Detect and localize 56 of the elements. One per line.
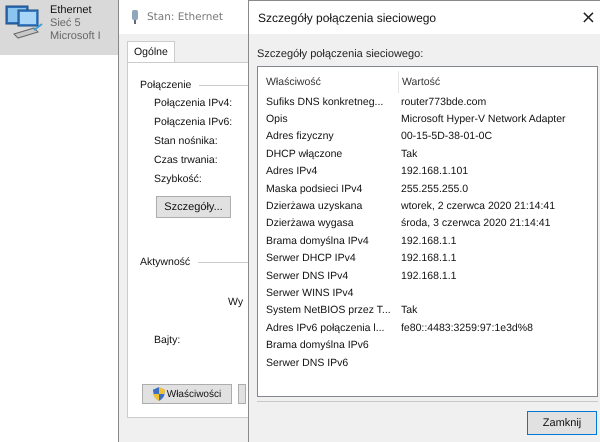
table-cell: System NetBIOS przez T... xyxy=(266,304,391,316)
table-cell: 192.168.1.1 xyxy=(401,234,456,247)
table-cell: Adres fizyczny xyxy=(266,130,334,142)
group-heading: Połączenie xyxy=(140,79,192,91)
list-caption: Szczegóły połączenia sieciowego: xyxy=(257,48,424,60)
table-cell: Tak xyxy=(401,304,418,316)
table-cell: Dzierżawa uzyskana xyxy=(266,200,362,212)
table-cell: Adres IPv6 połączenia l... xyxy=(266,322,384,334)
column-heading: Wy xyxy=(228,296,244,308)
table-cell: środa, 3 czerwca 2020 21:14:41 xyxy=(401,217,550,230)
window-title: Stan: Ethernet xyxy=(147,11,223,23)
table-cell: router773bde.com xyxy=(401,96,486,108)
table-cell: Tak xyxy=(401,148,418,160)
table-cell: Maska podsieci IPv4 xyxy=(266,182,362,195)
table-cell: fe80::4483:3259:97:1e3d%8 xyxy=(401,322,533,334)
table-cell: 192.168.1.1 xyxy=(401,252,456,264)
column-header[interactable]: Właściwość xyxy=(258,76,398,88)
close-dialog-button[interactable]: Zamknij xyxy=(527,411,597,435)
table-cell: 00-15-5D-38-01-0C xyxy=(401,130,492,142)
table-cell: Microsoft Hyper-V Network Adapter xyxy=(401,113,566,126)
field-label: Połączenia IPv4: xyxy=(154,97,232,110)
field-label: Bajty: xyxy=(154,334,180,346)
table-cell: Sufiks DNS konkretneg... xyxy=(266,96,384,108)
table-cell: Opis xyxy=(266,113,288,126)
table-cell: Serwer DNS IPv6 xyxy=(266,356,348,369)
device-name: Microsoft I xyxy=(50,30,101,43)
table-cell: 192.168.1.1 xyxy=(401,270,456,282)
table-cell: Serwer WINS IPv4 xyxy=(266,286,354,299)
table-cell: Dzierżawa wygasa xyxy=(266,217,354,230)
network-name: Sieć 5 xyxy=(50,17,82,30)
column-header[interactable]: Wartość xyxy=(398,71,597,93)
dialog-title: Szczegóły połączenia sieciowego xyxy=(258,10,436,24)
network-computers-icon xyxy=(4,4,44,40)
properties-button[interactable]: Właściwości xyxy=(142,384,232,404)
table-cell: DHCP włączone xyxy=(266,148,342,160)
table-cell: wtorek, 2 czerwca 2020 21:14:41 xyxy=(401,200,556,212)
table-cell: Serwer DNS IPv4 xyxy=(266,270,348,282)
tab[interactable]: Ogólne xyxy=(127,41,175,62)
field-label: Czas trwania: xyxy=(154,154,218,167)
field-label: Szybkość: xyxy=(154,173,202,186)
details-button[interactable]: Szczegóły... xyxy=(156,196,231,218)
field-label: Stan nośnika: xyxy=(154,135,218,148)
group-heading: Aktywność xyxy=(140,256,190,268)
close-button[interactable]: × xyxy=(576,8,600,26)
field-label: Połączenia IPv6: xyxy=(154,116,232,129)
partial-button[interactable] xyxy=(238,384,246,404)
shield-icon xyxy=(152,387,165,401)
adapter-name: Ethernet xyxy=(50,4,93,17)
plug-icon xyxy=(131,10,139,24)
adapter-item[interactable]: Ethernet Sieć 5 Microsoft I xyxy=(0,0,118,55)
table-cell: 192.168.1.101 xyxy=(401,165,468,178)
table-cell: Brama domyślna IPv6 xyxy=(266,339,369,352)
table-cell: Brama domyślna IPv4 xyxy=(266,234,369,247)
table-cell: 255.255.255.0 xyxy=(401,182,468,195)
table-cell: Adres IPv4 xyxy=(266,165,318,178)
table-cell: Serwer DHCP IPv4 xyxy=(266,252,356,264)
